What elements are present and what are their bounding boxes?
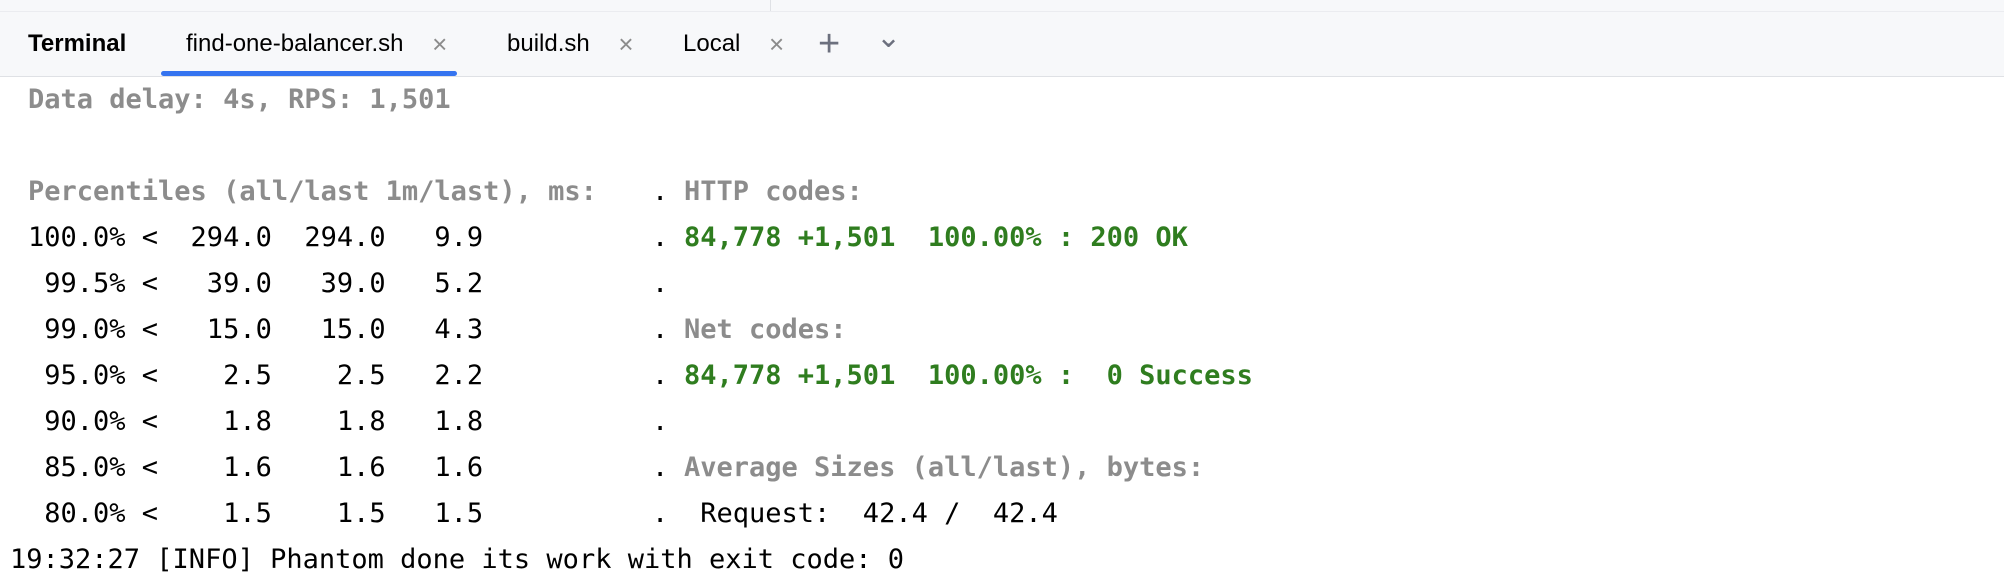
active-tab-indicator: [161, 71, 458, 76]
separator-dot: .: [652, 176, 669, 207]
info-log-line: 19:32:27 [INFO] Phantom done its work wi…: [10, 544, 905, 575]
http-codes-header: HTTP codes:: [684, 176, 863, 207]
percentile-row: 85.0% < 1.6 1.6 1.6: [28, 452, 484, 483]
chevron-down-icon[interactable]: ⌄: [876, 6, 901, 70]
close-icon[interactable]: ×: [432, 12, 447, 76]
add-tab-icon[interactable]: +: [818, 12, 840, 76]
tab-local[interactable]: Local ×: [683, 12, 784, 76]
request-size-bar: [1103, 501, 1977, 533]
percentile-row: 95.0% < 2.5 2.5 2.2: [28, 360, 484, 391]
separator-dot: .: [652, 406, 669, 437]
percentiles-header: Percentiles (all/last 1m/last), ms:: [28, 176, 597, 207]
request-size-row: Request: 42.4 / 42.4: [684, 498, 1058, 529]
percentile-row: 100.0% < 294.0 294.0 9.9: [28, 222, 484, 253]
separator-dot: .: [652, 222, 669, 253]
separator-dot: .: [652, 498, 669, 529]
separator-dot: .: [652, 452, 669, 483]
net-codes-header: Net codes:: [684, 314, 847, 345]
net-codes-row: 84,778 +1,501 100.00% : 0 Success: [684, 360, 1253, 391]
http-codes-row: 84,778 +1,501 100.00% : 200 OK: [684, 222, 1188, 253]
tab-label: find-one-balancer.sh: [186, 30, 404, 57]
window-top-strip: [0, 0, 2004, 12]
terminal-tab-bar: Terminal find-one-balancer.sh × build.sh…: [0, 12, 2004, 77]
percentile-row: 99.5% < 39.0 39.0 5.2: [28, 268, 484, 299]
tab-build[interactable]: build.sh ×: [507, 12, 634, 76]
separator-dot: .: [652, 314, 669, 345]
rps-bar: [1020, 87, 1977, 119]
percentile-row: 99.0% < 15.0 15.0 4.3: [28, 314, 484, 345]
divider: [770, 0, 771, 11]
average-sizes-header: Average Sizes (all/last), bytes:: [684, 452, 1205, 483]
separator-dot: .: [652, 268, 669, 299]
separator-dot: .: [652, 360, 669, 391]
percentile-row: 90.0% < 1.8 1.8 1.8: [28, 406, 484, 437]
close-icon[interactable]: ×: [769, 12, 784, 76]
status-line: Data delay: 4s, RPS: 1,501: [28, 84, 451, 115]
tab-label: Local: [683, 30, 741, 57]
percentile-row: 80.0% < 1.5 1.5 1.5: [28, 498, 484, 529]
tab-find-one-balancer[interactable]: find-one-balancer.sh ×: [161, 12, 458, 76]
tab-label: build.sh: [507, 30, 590, 57]
terminal-output[interactable]: Data delay: 4s, RPS: 1,501 Percentiles (…: [0, 77, 2004, 588]
close-icon[interactable]: ×: [618, 12, 633, 76]
tool-window-title: Terminal: [28, 30, 127, 57]
